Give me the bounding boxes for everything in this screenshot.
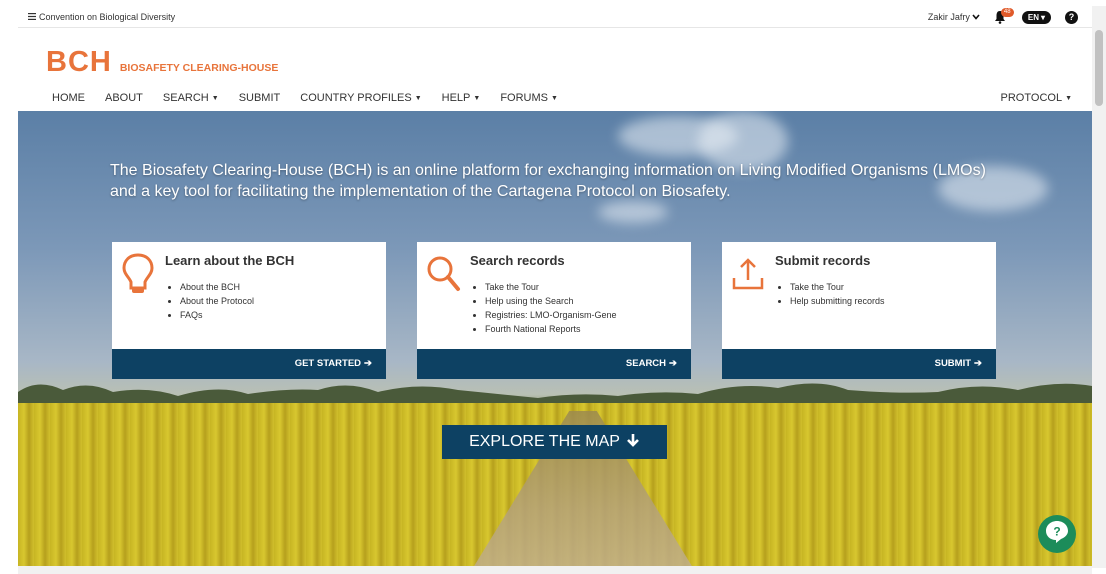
- card-link[interactable]: Fourth National Reports: [485, 322, 617, 336]
- card-search: Search records Take the Tour Help using …: [417, 242, 691, 379]
- bell-icon: [994, 11, 1006, 26]
- card-submit-links: Take the Tour Help submitting records: [790, 280, 885, 308]
- main-nav: HOME ABOUT SEARCH ▼ SUBMIT COUNTRY PROFIL…: [52, 92, 1072, 110]
- arrow-right-icon: ➔: [974, 358, 982, 369]
- arrow-right-icon: ➔: [364, 358, 372, 369]
- nav-search[interactable]: SEARCH ▼: [163, 92, 219, 104]
- caret-down-icon: ▼: [551, 94, 558, 102]
- treeline-decoration: [18, 383, 1092, 406]
- submit-button[interactable]: SUBMIT ➔: [722, 349, 996, 379]
- language-label: EN: [1027, 12, 1039, 22]
- submit-label: SUBMIT: [934, 358, 972, 369]
- explore-map-button[interactable]: EXPLORE THE MAP: [442, 425, 667, 459]
- get-started-button[interactable]: GET STARTED ➔: [112, 349, 386, 379]
- horizontal-scrollbar[interactable]: [18, 566, 1092, 574]
- nav-protocol[interactable]: PROTOCOL ▼: [1001, 92, 1072, 104]
- card-link[interactable]: About the Protocol: [180, 294, 254, 308]
- nav-help-label: HELP: [441, 92, 471, 104]
- card-link[interactable]: About the BCH: [180, 280, 254, 294]
- logo-long: BIOSAFETY CLEARING-HOUSE: [119, 62, 279, 74]
- nav-submit[interactable]: SUBMIT: [239, 92, 281, 104]
- caret-down-icon: ▼: [211, 94, 219, 102]
- get-started-label: GET STARTED: [294, 358, 362, 369]
- search-icon: [425, 252, 461, 296]
- card-link[interactable]: Help submitting records: [790, 294, 885, 308]
- user-menu[interactable]: Zakir Jafry: [928, 12, 980, 22]
- nav-protocol-label: PROTOCOL: [1000, 92, 1063, 104]
- language-selector[interactable]: EN ▾: [1021, 10, 1051, 24]
- caret-down-icon: ▾: [1040, 12, 1045, 22]
- nav-home-label: HOME: [52, 92, 85, 104]
- explore-map-label: EXPLORE THE MAP: [469, 433, 620, 450]
- lightbulb-icon: [120, 252, 156, 296]
- upload-icon: [730, 252, 766, 296]
- cbd-menu-link[interactable]: Convention on Biological Diversity: [28, 12, 175, 22]
- nav-country-profiles-label: COUNTRY PROFILES: [300, 92, 412, 104]
- card-link[interactable]: Registries: LMO-Organism-Gene: [485, 308, 617, 322]
- chat-help-button[interactable]: ?: [1038, 515, 1076, 553]
- card-link[interactable]: Take the Tour: [790, 280, 885, 294]
- hero-intro-text: The Biosafety Clearing-House (BCH) is an…: [110, 162, 986, 200]
- arrow-down-icon: [626, 433, 640, 452]
- browser-frame: Convention on Biological Diversity Zakir…: [0, 0, 1106, 574]
- caret-down-icon: ▼: [1065, 94, 1072, 102]
- nav-search-label: SEARCH: [162, 92, 209, 104]
- cloud-decoration: [598, 201, 668, 223]
- left-gutter: [0, 0, 18, 574]
- top-bar: Convention on Biological Diversity Zakir…: [18, 6, 1092, 28]
- nav-forums-label: FORUMS: [500, 92, 548, 104]
- caret-down-icon: ▼: [414, 94, 422, 102]
- search-button[interactable]: SEARCH ➔: [417, 349, 691, 379]
- scrollbar-thumb[interactable]: [1095, 30, 1103, 106]
- search-label: SEARCH: [625, 358, 667, 369]
- card-link[interactable]: Take the Tour: [485, 280, 617, 294]
- card-link[interactable]: Help using the Search: [485, 294, 617, 308]
- card-submit-title: Submit records: [775, 253, 871, 268]
- card-search-title: Search records: [470, 253, 565, 268]
- card-search-links: Take the Tour Help using the Search Regi…: [485, 280, 617, 336]
- notification-badge: 48: [1000, 8, 1014, 17]
- cbd-menu-label: Convention on Biological Diversity: [39, 12, 176, 22]
- hamburger-icon: [28, 12, 36, 22]
- nav-help[interactable]: HELP ▼: [442, 92, 481, 104]
- notifications-button[interactable]: 48: [994, 8, 1014, 26]
- nav-home[interactable]: HOME: [52, 92, 85, 104]
- hero-banner: The Biosafety Clearing-House (BCH) is an…: [18, 111, 1092, 568]
- caret-down-icon: ▼: [473, 94, 481, 102]
- card-learn-title: Learn about the BCH: [165, 253, 295, 268]
- logo-short: BCH: [46, 46, 112, 78]
- card-learn-links: About the BCH About the Protocol FAQs: [180, 280, 254, 322]
- nav-about[interactable]: ABOUT: [105, 92, 143, 104]
- svg-text:?: ?: [1053, 524, 1060, 538]
- nav-forums[interactable]: FORUMS ▼: [500, 92, 558, 104]
- nav-submit-label: SUBMIT: [238, 92, 281, 104]
- card-link[interactable]: FAQs: [180, 308, 254, 322]
- user-name: Zakir Jafry: [927, 12, 970, 22]
- chat-bubble-icon: ?: [1044, 519, 1070, 550]
- arrow-right-icon: ➔: [669, 358, 677, 369]
- chevron-down-icon: [972, 12, 980, 22]
- help-button[interactable]: ?: [1065, 10, 1078, 24]
- card-learn: Learn about the BCH About the BCH About …: [112, 242, 386, 379]
- page: Convention on Biological Diversity Zakir…: [18, 6, 1092, 568]
- nav-country-profiles[interactable]: COUNTRY PROFILES ▼: [300, 92, 421, 104]
- nav-about-label: ABOUT: [105, 92, 143, 104]
- bch-logo[interactable]: BCH BIOSAFETY CLEARING-HOUSE: [46, 46, 278, 79]
- vertical-scrollbar[interactable]: [1092, 6, 1106, 568]
- card-submit: Submit records Take the Tour Help submit…: [722, 242, 996, 379]
